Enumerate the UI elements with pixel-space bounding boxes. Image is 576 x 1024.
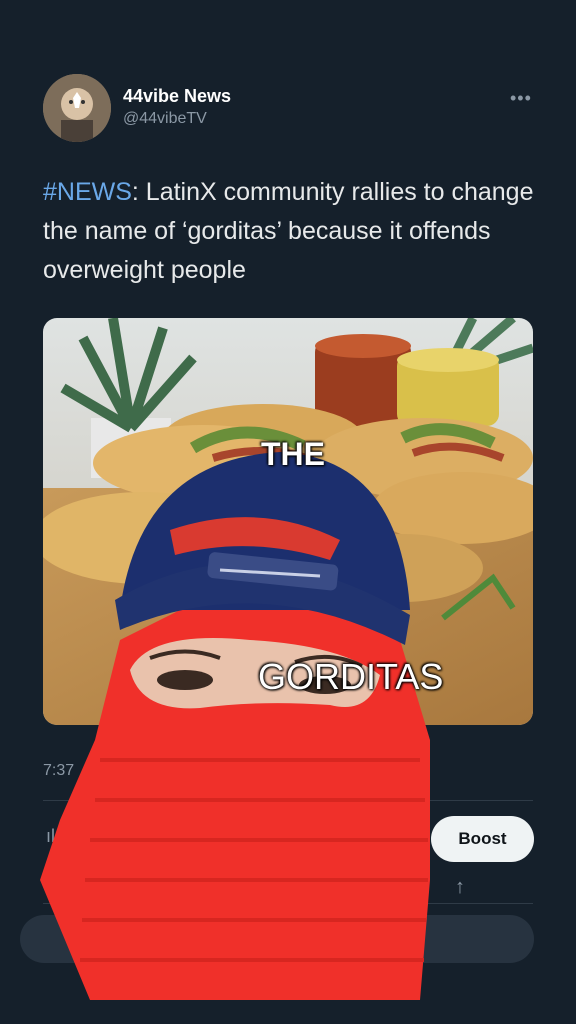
author-avatar[interactable] — [43, 74, 111, 142]
screen: 44vibe News @44vibeTV ••• #NEWS: LatinX … — [0, 0, 576, 1024]
person-overlay-image — [0, 440, 576, 1000]
hashtag-link[interactable]: #NEWS — [43, 178, 132, 206]
meme-caption-bottom: GORDITAS — [258, 656, 444, 697]
meme-caption-top: THE — [261, 436, 325, 472]
tweet-text: #NEWS: LatinX community rallies to chang… — [43, 173, 543, 290]
author-handle[interactable]: @44vibeTV — [123, 110, 207, 128]
more-icon[interactable]: ••• — [510, 88, 532, 109]
author-name[interactable]: 44vibe News — [123, 86, 231, 107]
